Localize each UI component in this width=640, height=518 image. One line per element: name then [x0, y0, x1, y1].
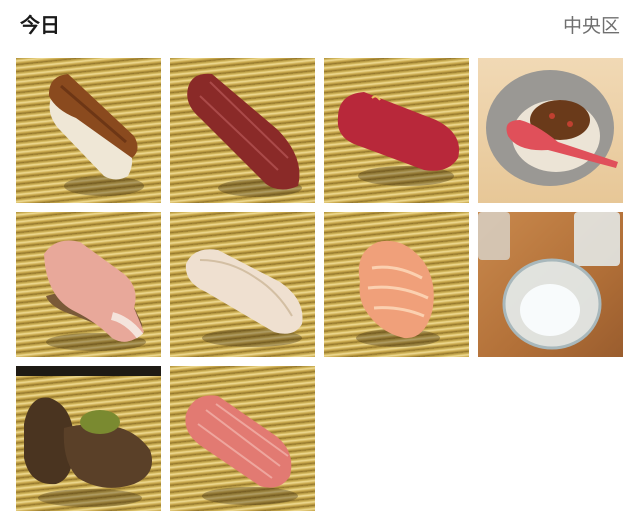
photo-ebi-nigiri[interactable] [324, 212, 469, 357]
photo-akami-nigiri[interactable] [324, 58, 469, 203]
whitefish-nigiri-image [185, 249, 303, 347]
page-title: 今日 [20, 13, 60, 37]
eel-nigiri-image [48, 74, 144, 196]
photo-toro-nigiri[interactable] [170, 366, 315, 511]
photo-tuna-nigiri[interactable] [170, 58, 315, 203]
photo-bowl-with-spoon[interactable] [478, 58, 623, 203]
sake-glasses-image [478, 212, 620, 350]
bowl-image [486, 70, 618, 186]
ebi-nigiri-image [356, 240, 440, 347]
toro-nigiri-image [185, 395, 298, 505]
akami-nigiri-image [337, 92, 460, 186]
photo-kanpachi-nigiri[interactable] [16, 212, 161, 357]
photo-sake-glasses[interactable] [478, 212, 623, 357]
photo-eel-nigiri[interactable] [16, 58, 161, 203]
photo-whitefish-nigiri[interactable] [170, 212, 315, 357]
kanpachi-nigiri-image [44, 240, 146, 351]
photo-awabi-abalone[interactable] [16, 366, 161, 511]
photo-grid [16, 58, 623, 511]
tuna-nigiri-image [187, 73, 302, 197]
location-label[interactable]: 中央区 [563, 11, 620, 38]
header: 今日 中央区 [0, 0, 640, 48]
awabi-image [16, 366, 161, 507]
